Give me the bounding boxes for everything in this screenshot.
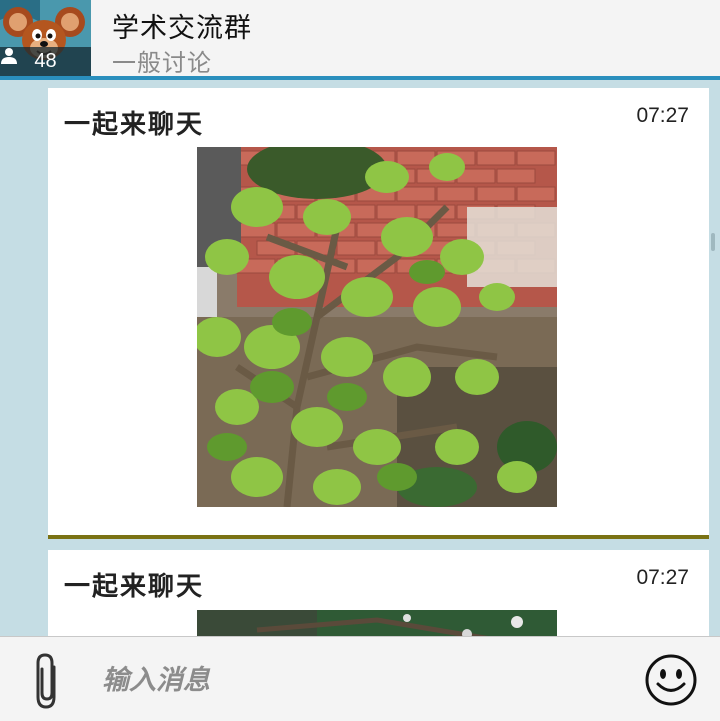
message-time: 07:27 — [636, 104, 689, 127]
message-sender: 一起来聊天 — [64, 110, 205, 140]
message-feed[interactable]: 一起来聊天 07:27 一起来聊天 07:27 — [0, 80, 720, 636]
message-time: 07:27 — [636, 566, 689, 589]
tree-photo-image — [197, 610, 557, 636]
scrollbar[interactable] — [711, 233, 715, 251]
shrub-photo-image — [197, 147, 557, 507]
message-photo[interactable] — [197, 610, 557, 636]
smiley-icon[interactable] — [644, 653, 698, 707]
group-subtitle: 一般讨论 — [112, 49, 212, 77]
member-count: 48 — [34, 50, 57, 72]
member-count-badge: 48 — [0, 47, 91, 76]
message-card[interactable]: 一起来聊天 07:27 — [48, 550, 709, 636]
person-icon — [1, 48, 17, 64]
group-avatar[interactable]: 48 — [0, 0, 91, 76]
message-photo[interactable] — [197, 147, 557, 507]
message-composer — [0, 636, 720, 721]
paperclip-icon[interactable] — [30, 651, 66, 711]
message-input[interactable] — [100, 655, 624, 705]
message-sender: 一起来聊天 — [64, 572, 205, 602]
chat-header: 48 学术交流群 一般讨论 — [0, 0, 720, 77]
group-title[interactable]: 学术交流群 — [112, 6, 252, 45]
message-card[interactable]: 一起来聊天 07:27 — [48, 88, 709, 539]
